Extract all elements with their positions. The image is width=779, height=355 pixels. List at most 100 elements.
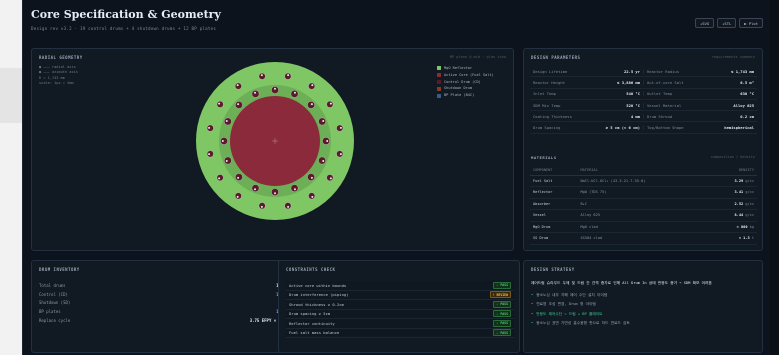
design-parameters-panel: DESIGN PARAMETERS requirements summary D… — [523, 48, 763, 251]
param-cell: Reactor Height ≤ 3,886 mm — [530, 79, 644, 85]
control-drum — [290, 90, 299, 98]
param-cell: Top/Bottom Shape hemispherical — [647, 125, 754, 131]
control-drum — [322, 137, 330, 145]
param-cell: Inlet Temp 540 °C — [530, 91, 644, 97]
param-row: Inlet Temp 540 °C Outlet Temp 630 °C — [530, 89, 757, 100]
materials-table: COMPONENT MATERIAL DENSITY Fuel Salt NaCl… — [530, 165, 757, 245]
column-header: DENSITY — [709, 165, 757, 176]
status-badge: ✓ PASS — [493, 281, 511, 289]
control-drum — [308, 192, 316, 200]
strategy-content: 제어드럼 슈라우드 두께 및 드럼 간 간격 증가로 인해 All Drum I… — [531, 281, 767, 329]
param-cell: Coating Thickness 4 mm — [530, 113, 644, 119]
design-parameters-note: requirements summary — [711, 55, 755, 59]
drum-marker — [236, 84, 239, 87]
drum-marker — [311, 195, 314, 198]
param-cell: Outlet Temp 630 °C — [647, 91, 754, 97]
param-row: Design Lifetime 22.5 yr Reactor Radius ≤ 1… — [530, 66, 757, 78]
drum-marker — [237, 103, 240, 106]
drum-marker — [310, 103, 313, 106]
drum-marker — [326, 140, 329, 142]
param-row: Drum Spacing ≥ 5 cm (≈ 6 cm) Top/Bottom S… — [530, 122, 757, 134]
design-strategy-title: DESIGN STRATEGY — [531, 267, 575, 272]
param-row: SDM Min Temp 520 °C Vessel Material Alloy … — [530, 100, 757, 112]
drum-marker — [322, 120, 325, 123]
param-row: Coating Thickness 4 mm Drum Shroud 0.2 cm — [530, 111, 757, 123]
drum-marker — [260, 74, 263, 77]
materials-title: MATERIALS — [531, 155, 557, 160]
plot-button[interactable]: ▶ Plot — [739, 18, 763, 28]
inventory-row: Replace cycle 3.75 EFPY × 4 — [39, 318, 281, 324]
table-row: Reflector MgO (TDS 75) 3.41 g/cc — [530, 186, 757, 199]
drum-marker — [237, 176, 240, 179]
column-header: COMPONENT — [530, 165, 578, 176]
radial-geometry-panel: RADIAL GEOMETRY BP plane @ mid · plan vi… — [31, 48, 514, 251]
bullet-icon: • — [531, 321, 534, 325]
background-window-edge — [0, 0, 22, 355]
strategy-item: • 연료염 조성 변경, Drum 형 아이템 — [531, 302, 596, 306]
control-drum — [251, 184, 260, 192]
bullet-icon: • — [531, 302, 534, 306]
drum-marker — [310, 176, 313, 179]
drum-marker — [339, 126, 342, 129]
core-cross-section — [196, 62, 354, 220]
drum-marker — [329, 102, 332, 105]
control-drum — [318, 156, 326, 165]
control-drum — [336, 124, 344, 132]
control-drum — [224, 156, 232, 165]
design-parameters-title: DESIGN PARAMETERS — [531, 55, 581, 60]
control-drum — [326, 100, 334, 108]
drum-marker — [221, 140, 224, 142]
constraint-row: Reflector continuity ✓ PASS — [286, 319, 514, 329]
param-cell: Reactor Radius ≤ 1,743 mm — [647, 68, 754, 74]
export-svg-button[interactable]: ↓SVG — [694, 18, 715, 28]
control-drum — [216, 100, 224, 108]
constraint-row: Drum interference (piping)! REVIEW — [286, 290, 514, 300]
inventory-row: Control (CD)10 — [39, 290, 281, 299]
control-drum — [307, 173, 315, 181]
drum-marker — [254, 91, 257, 94]
page-title: Core Specification & Geometry — [31, 8, 221, 21]
strategy-item: • 붕소노심 표면 가연성 흡수봉형 판으로 하드 연료드 검토 — [531, 321, 630, 325]
control-drum — [234, 82, 242, 90]
drum-marker — [287, 74, 290, 77]
drum-marker — [225, 120, 228, 123]
constraint-row: Drum spacing ≥ 5cm ✓ PASS — [286, 309, 514, 319]
status-badge: ✓ PASS — [493, 310, 511, 318]
drum-marker — [208, 126, 211, 129]
constraint-row: Active core within bounds ✓ PASS — [286, 281, 514, 291]
drum-marker — [225, 159, 228, 162]
page-subtitle: Design rev v3.2 · 19 control drums + 4 s… — [31, 26, 217, 31]
drum-marker — [311, 84, 314, 87]
control-drum — [271, 188, 279, 196]
constraint-row: Fuel salt mass balance ✓ PASS — [286, 328, 514, 338]
strategy-lead: 제어드럼 슈라우드 두께 및 드럼 간 간격 증가로 인해 All Drum I… — [531, 281, 712, 285]
export-stl-button[interactable]: ↓STL — [717, 18, 737, 28]
drum-marker — [260, 205, 263, 208]
table-row: Vessel Alloy 625 8.44 g/cc — [530, 209, 757, 222]
inventory-value: 3.75 EFPY × 4 — [249, 318, 281, 324]
constraint-row: Shroud thickness ≥ 0.2cm ✓ PASS — [286, 300, 514, 310]
control-drum — [258, 202, 266, 210]
control-drum — [251, 90, 260, 98]
drum-marker — [236, 195, 239, 198]
drum-marker — [274, 192, 276, 195]
drum-marker — [293, 91, 296, 94]
control-drum — [307, 101, 315, 109]
drum-marker — [274, 87, 276, 90]
control-drum — [284, 202, 292, 210]
app-window: Core Specification & Geometry Design rev… — [22, 0, 770, 355]
table-row: MgO Drum MgO clad ≈ 800 kg — [530, 221, 757, 233]
control-drum — [220, 137, 228, 145]
drum-marker — [339, 153, 342, 156]
control-drum — [235, 173, 243, 181]
drum-marker — [218, 102, 221, 105]
drum-marker — [218, 177, 221, 180]
param-cell: Design Lifetime 22.5 yr — [530, 68, 644, 74]
control-drum — [224, 117, 232, 126]
constraints-title: CONSTRAINTS CHECK — [286, 267, 336, 272]
header-actions: ↓SVG ↓STL ▶ Plot — [694, 18, 763, 28]
page-header: Core Specification & Geometry Design rev… — [31, 8, 763, 38]
column-header: MATERIAL — [577, 165, 710, 176]
status-badge: ✓ PASS — [493, 300, 511, 308]
param-cell: Vessel Material Alloy 625 — [647, 102, 754, 108]
